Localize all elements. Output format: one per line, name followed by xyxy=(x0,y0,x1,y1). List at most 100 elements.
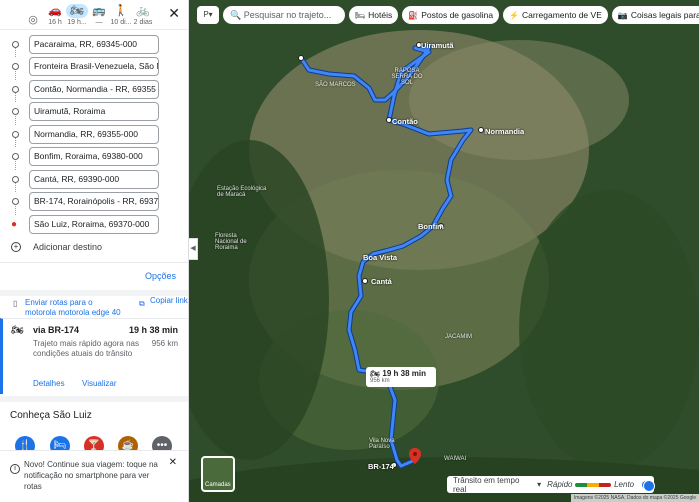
map-label-maraca: Estação Ecológica de Maracá xyxy=(217,186,267,198)
add-destination-button[interactable]: + Adicionar destino xyxy=(0,236,188,258)
waypoint-icon xyxy=(12,175,19,183)
stop-field[interactable]: Bonfim, Roraima, 69380-000 xyxy=(29,147,159,167)
map-label-contao[interactable]: Contão xyxy=(392,117,418,126)
traffic-legend: Trânsito em tempo real ▾ Rápido Lento xyxy=(447,476,655,494)
map-label-br174[interactable]: BR-174 xyxy=(368,462,394,471)
add-destination-label: Adicionar destino xyxy=(33,241,103,252)
transit-icon: 🚌 xyxy=(92,5,106,17)
stop-field[interactable]: Cantá, RR, 69390-000 xyxy=(29,169,159,189)
stops-list: Pacaraima, RR, 69345-000 Fronteira Brasi… xyxy=(0,30,188,236)
map-top-bar: P▾ 🔍 Pesquisar no trajeto... 🛏 Hotéis ⛽ Po… xyxy=(197,6,699,24)
info-icon: i xyxy=(10,464,20,474)
search-along-route-input[interactable]: 🔍 Pesquisar no trajeto... xyxy=(223,6,345,24)
chip-ev-charging[interactable]: ⚡ Carregamento de VE xyxy=(503,6,608,24)
close-directions-icon[interactable]: ✕ xyxy=(168,5,180,22)
stop-row: Uiramutã, Roraima xyxy=(0,101,188,125)
mode-motorcycle[interactable]: 🏍 19 h... xyxy=(66,4,88,29)
promo-banner: i Novo! Continue sua viagem: toque na no… xyxy=(0,450,188,502)
stop-row: ● São Luiz, Roraima, 69370-000 xyxy=(0,213,188,236)
stop-row: Normandia, RR, 69355-000 xyxy=(0,123,188,147)
explore-title: Conheça São Luiz xyxy=(10,409,92,421)
satellite-map xyxy=(189,0,699,502)
route-time: 19 h 38 min xyxy=(128,324,178,335)
map-label-bonfim[interactable]: Bonfim xyxy=(418,222,444,231)
stop-field[interactable]: BR-174, Rorainópolis - RR, 6937 xyxy=(29,192,159,212)
map-label-roraima-forest: Floresta Nacional de Roraima xyxy=(215,233,247,251)
walk-icon: 🚶 xyxy=(114,5,128,17)
map-label-raposa: RAPOSA SERRA DO SOL xyxy=(391,68,423,86)
chip-gas[interactable]: ⛽ Postos de gasolina xyxy=(402,6,500,24)
route-tooltip[interactable]: 🏍 19 h 38 min 956 km xyxy=(366,367,436,387)
map-type-button[interactable]: P▾ xyxy=(197,6,219,24)
travel-mode-bar: ◎ 🚗 16 h 🏍 19 h... 🚌 — 🚶 10 di... 🚲 2 dias ✕ xyxy=(0,0,188,30)
stop-row: Contão, Normandia - RR, 69355 xyxy=(0,78,188,102)
close-promo-icon[interactable]: ✕ xyxy=(169,457,177,468)
stop-field[interactable]: Contão, Normandia - RR, 69355 xyxy=(29,79,159,99)
phone-icon: ▯ xyxy=(13,298,18,308)
map-label-canta[interactable]: Cantá xyxy=(371,277,392,286)
motorcycle-icon: 🏍 xyxy=(66,4,88,18)
camera-icon: 📷 xyxy=(617,11,628,20)
motorcycle-icon: 🏍 xyxy=(370,369,383,378)
mode-car[interactable]: 🚗 16 h xyxy=(44,4,66,29)
promo-text: Novo! Continue sua viagem: toque na noti… xyxy=(24,460,158,491)
car-icon: 🚗 xyxy=(48,5,62,17)
stop-field[interactable]: Pacaraima, RR, 69345-000 xyxy=(29,34,159,54)
send-to-phone-row: ▯ Enviar rotas para o motorola motorola … xyxy=(0,289,188,318)
stop-row: Pacaraima, RR, 69345-000 xyxy=(0,33,188,57)
chip-hotels[interactable]: 🛏 Hotéis xyxy=(349,6,399,24)
traffic-dropdown[interactable]: Trânsito em tempo real xyxy=(453,476,534,494)
layers-button[interactable]: Camadas xyxy=(201,456,235,492)
mode-bike[interactable]: 🚲 2 dias xyxy=(132,4,154,29)
destination-field[interactable]: São Luiz, Roraima, 69370-000 xyxy=(29,214,159,234)
search-icon: 🔍 xyxy=(230,10,244,20)
map-label-waiwai: WAIWAI xyxy=(444,456,467,462)
mode-best[interactable]: ◎ xyxy=(22,13,44,29)
mode-transit[interactable]: 🚌 — xyxy=(88,4,110,29)
map-canvas[interactable]: Uiramutã Normandia Contão Bonfim Boa Vis… xyxy=(189,0,699,502)
chevron-down-icon: ▾ xyxy=(537,480,542,489)
details-link[interactable]: Detalhes xyxy=(33,379,65,388)
map-label-sao-marcos: SÃO MARCOS xyxy=(315,82,356,88)
map-label-boa-vista[interactable]: Boa Vista xyxy=(363,253,397,262)
stop-field[interactable]: Normandia, RR, 69355-000 xyxy=(29,124,159,144)
google-maps-app: ◎ 🚗 16 h 🏍 19 h... 🚌 — 🚶 10 di... 🚲 2 dias ✕ … xyxy=(0,0,699,502)
map-label-jacamim: JACAMIM xyxy=(445,334,472,340)
map-label-uiramuta[interactable]: Uiramutã xyxy=(421,41,454,50)
send-to-phone-link[interactable]: Enviar rotas para o motorola motorola ed… xyxy=(25,298,125,318)
map-label-nova-paraiso: Vila Nova Paraíso xyxy=(369,438,395,450)
stop-row: Fronteira Brasil-Venezuela, São M xyxy=(0,56,188,80)
bed-icon: 🛏 xyxy=(355,11,366,20)
waypoint-icon xyxy=(12,85,19,93)
best-route-icon: ◎ xyxy=(28,14,38,26)
waypoint-icon xyxy=(12,63,19,71)
map-attribution: Imagens ©2025 NASA, Dados do mapa ©2025 … xyxy=(570,494,699,502)
traffic-toggle[interactable] xyxy=(642,479,655,492)
stop-field[interactable]: Uiramutã, Roraima xyxy=(29,102,159,122)
stop-row: Cantá, RR, 69390-000 xyxy=(0,168,188,192)
waypoint-icon xyxy=(12,108,19,116)
copy-link-button[interactable]: Copiar link xyxy=(150,296,188,306)
collapse-panel-button[interactable]: ◀ xyxy=(189,238,198,260)
preview-link[interactable]: Visualizar xyxy=(82,379,117,388)
motorcycle-icon: 🏍 xyxy=(11,324,24,336)
options-row: Opções xyxy=(0,261,188,290)
waypoint-icon xyxy=(12,40,19,48)
options-button[interactable]: Opções xyxy=(145,271,176,281)
waypoint-icon xyxy=(12,153,19,161)
chip-things-to-do[interactable]: 📷Coisas legais para f... xyxy=(611,6,699,24)
traffic-scale xyxy=(575,482,612,487)
map-label-normandia[interactable]: Normandia xyxy=(485,127,524,136)
destination-pin-icon: ● xyxy=(11,218,18,230)
stop-row: BR-174, Rorainópolis - RR, 6937 xyxy=(0,191,188,215)
route-option[interactable]: 🏍 via BR-174 19 h 38 min 956 km Trajeto … xyxy=(0,317,188,394)
mode-walk[interactable]: 🚶 10 di... xyxy=(110,4,132,29)
plus-icon: + xyxy=(11,241,21,252)
ev-icon: ⚡ xyxy=(509,11,520,20)
waypoint-icon xyxy=(12,130,19,138)
stop-field[interactable]: Fronteira Brasil-Venezuela, São M xyxy=(29,57,159,77)
stop-row: Bonfim, Roraima, 69380-000 xyxy=(0,146,188,170)
gas-icon: ⛽ xyxy=(408,11,419,20)
route-description: Trajeto mais rápido agora nas condições … xyxy=(33,338,139,358)
route-distance: 956 km xyxy=(151,338,178,348)
